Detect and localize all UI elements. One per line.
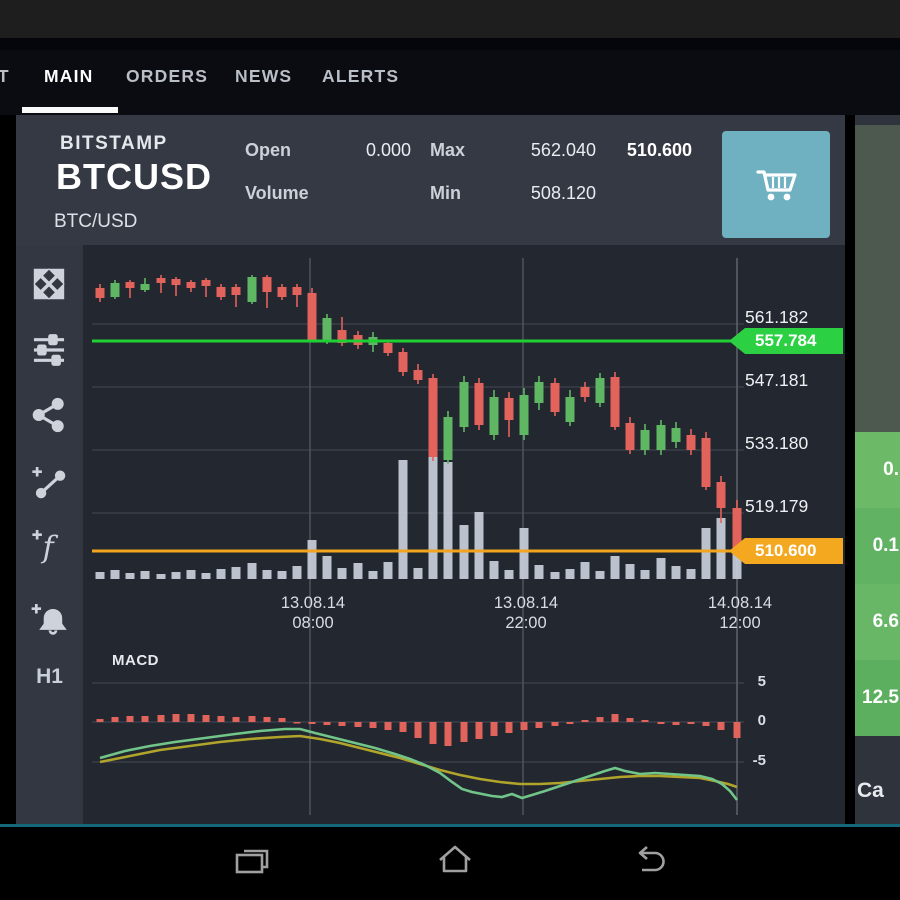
expand-icon[interactable] — [30, 265, 68, 303]
open-label: Open — [245, 140, 292, 160]
max-label: Max — [430, 140, 466, 160]
tab-alerts[interactable]: ALERTS — [322, 66, 399, 87]
cancel-button-partial[interactable]: Ca — [857, 779, 884, 803]
order-book-row[interactable]: 12.5 — [855, 660, 900, 736]
add-alert-icon[interactable] — [30, 600, 68, 638]
time-axis-label: 13.08.14 22:00 — [493, 594, 559, 632]
max-value: 562.040 — [530, 140, 596, 160]
price-axis-label: 519.179 — [745, 496, 809, 516]
bottom-accent-line — [0, 824, 900, 827]
home-icon — [439, 845, 471, 873]
macd-indicator-label: MACD — [112, 652, 159, 669]
tab-news[interactable]: NEWS — [235, 66, 292, 87]
min-label: Min — [430, 183, 461, 203]
order-book-row[interactable]: 0.1 — [855, 508, 900, 584]
pair-name: BTC/USD — [54, 211, 138, 232]
volume-label: Volume — [245, 183, 309, 203]
chart-panel: 557.784 510.600 561.182 547.181 533.180 519.1… — [83, 245, 845, 824]
svg-text:f: f — [41, 531, 59, 564]
exchange-name: BITSTAMP — [60, 133, 168, 154]
sliders-icon[interactable] — [30, 331, 68, 369]
status-gap — [0, 38, 900, 50]
order-book-header-partial — [855, 125, 900, 432]
macd-axis-label: 5 — [757, 673, 766, 690]
min-value: 508.120 — [530, 183, 596, 203]
home-button[interactable] — [432, 838, 478, 884]
macd-axis-label: 0 — [757, 712, 766, 729]
order-book-row[interactable]: 0. — [855, 432, 900, 508]
last-price-line-tag: 510.600 — [729, 538, 843, 564]
share-icon[interactable] — [30, 396, 68, 434]
tab-main[interactable]: MAIN — [44, 66, 94, 87]
chart-canvas[interactable] — [83, 245, 845, 824]
price-axis-label: 533.180 — [745, 433, 809, 453]
time-axis-label: 14.08.14 12:00 — [707, 594, 773, 632]
active-tab-underline — [22, 107, 118, 113]
status-bar — [0, 0, 900, 38]
back-button[interactable] — [627, 838, 673, 884]
tab-bar: NT MAIN ORDERS NEWS ALERTS — [0, 50, 900, 115]
macd-axis-label: -5 — [752, 752, 766, 769]
last-price: 510.600 — [626, 140, 692, 160]
recents-button[interactable] — [229, 838, 275, 884]
tab-orders[interactable]: ORDERS — [126, 66, 208, 87]
app-header: BITSTAMP BTCUSD BTC/USD Open 0.000 Volum… — [16, 115, 845, 245]
add-function-icon[interactable]: f — [30, 526, 68, 564]
order-book-panel: 0. 0.1 6.6 12.5 Ca — [855, 115, 900, 824]
timeframe-button[interactable]: H1 — [16, 665, 83, 689]
back-icon — [638, 846, 665, 872]
chart-toolbar: f H1 — [16, 245, 85, 824]
tab-account-partial[interactable]: NT — [0, 66, 10, 87]
cart-icon — [756, 169, 797, 200]
time-axis-label: 13.08.14 08:00 — [280, 594, 346, 632]
open-value: 0.000 — [365, 140, 411, 160]
android-nav-bar — [0, 830, 900, 900]
order-book-row[interactable]: 6.6 — [855, 584, 900, 660]
recents-icon — [235, 849, 269, 874]
buy-button[interactable] — [722, 131, 830, 238]
screen: NT MAIN ORDERS NEWS ALERTS BITSTAMP BTCU… — [0, 0, 900, 900]
alert-price-line-tag: 557.784 — [729, 328, 843, 354]
add-trendline-icon[interactable] — [30, 463, 68, 501]
price-axis-label: 547.181 — [745, 370, 809, 390]
symbol-name: BTCUSD — [56, 156, 212, 197]
price-axis-label: 561.182 — [745, 307, 809, 327]
